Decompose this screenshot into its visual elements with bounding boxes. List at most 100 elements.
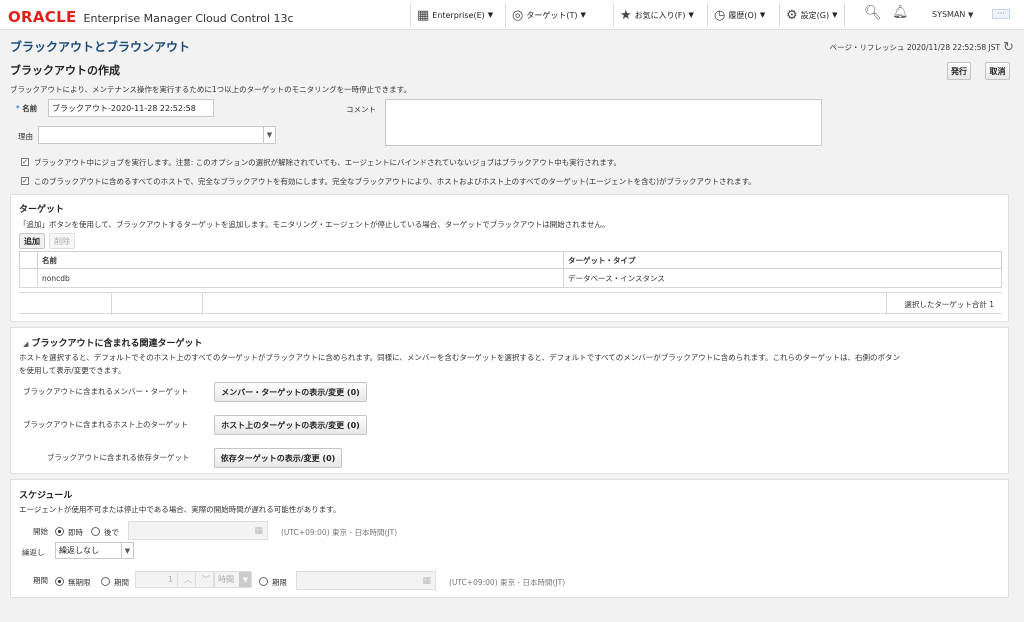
related-targets-panel: ◢ ブラックアウトに含まれる関連ターゲット ホストを選択すると、デフォルトでその… — [10, 327, 1009, 474]
chevron-down-icon: ﹀ — [202, 575, 210, 584]
unit-value: 時間 — [218, 575, 234, 584]
logo-oracle: ORACLE — [8, 8, 77, 26]
required-mark: * — [16, 104, 20, 113]
cell-type: データベース・インスタンス — [563, 268, 1002, 288]
chevron-down-icon: ▼ — [487, 11, 494, 19]
add-target-button[interactable]: 追加 — [19, 233, 45, 249]
duration-label: 期間 — [33, 576, 48, 585]
targets-table: 名前 ターゲット・タイプ noncdb データベース・インスタンス — [19, 251, 1002, 288]
column-header-type[interactable]: ターゲット・タイプ — [563, 251, 1002, 269]
nav-favorites-label: お気に入り(F) — [634, 10, 686, 20]
decrement-button[interactable]: ﹀ — [195, 571, 214, 588]
length-input[interactable]: 1 — [135, 571, 178, 588]
top-bar: ORACLE Enterprise Manager Cloud Control … — [0, 0, 1024, 30]
calendar-icon[interactable]: ▦ — [422, 576, 431, 586]
select-column-header — [19, 251, 38, 269]
nav-settings[interactable]: ⚙ 設定(G) ▼ — [779, 3, 845, 27]
chevron-down-icon: ▼ — [967, 11, 974, 19]
table-header-row: 名前 ターゲット・タイプ — [19, 251, 1002, 269]
comment-textarea[interactable] — [385, 99, 822, 146]
targets-panel: ターゲット 「追加」ボタンを使用して、ブラックアウトするターゲットを追加します。… — [10, 194, 1009, 322]
related-description: ホストを選択すると、デフォルトでそのホスト上のすべてのターゲットがブラックアウト… — [19, 353, 901, 362]
comment-label: コメント — [346, 105, 376, 114]
nav-history[interactable]: ◷ 履歴(O) ▼ — [707, 3, 771, 27]
end-timezone: (UTC+09:00) 東京 - 日本時間(JT) — [449, 578, 566, 587]
run-jobs-checkbox[interactable]: ✓ — [21, 158, 29, 166]
increment-button[interactable]: ︿ — [177, 571, 196, 588]
start-later-label: 後で — [104, 528, 119, 537]
nav-enterprise[interactable]: ▦ Enterprise(E) ▼ — [410, 3, 499, 27]
full-blackout-label: このブラックアウトに含めるすべてのホストで、完全なブラックアウトを有効にします。… — [34, 177, 756, 186]
member-targets-button[interactable]: メンバー・ターゲットの表示/変更 (0) — [214, 382, 367, 402]
column-header-name[interactable]: 名前 — [37, 251, 564, 269]
dependent-targets-label: ブラックアウトに含まれる依存ターゲット — [47, 453, 190, 462]
row-selector[interactable] — [19, 268, 38, 288]
collapse-triangle-icon: ◢ — [23, 340, 29, 348]
schedule-panel: スケジュール エージェントが使用不可または停止中である場合、実際の開始時間が遅れ… — [10, 479, 1009, 598]
target-icon: ◎ — [512, 7, 524, 23]
end-date-input[interactable]: ▦ — [296, 571, 436, 590]
nav-targets[interactable]: ◎ ターゲット(T) ▼ — [505, 3, 592, 27]
start-date-input[interactable]: ▦ — [128, 521, 268, 540]
footer-divider — [111, 293, 112, 315]
chevron-down-icon: ▼ — [832, 11, 838, 19]
clock-icon: ◷ — [714, 7, 726, 23]
user-menu[interactable]: SYSMAN ▼ — [932, 10, 973, 19]
chevron-down-icon: ▼ — [759, 11, 766, 19]
length-radio[interactable] — [101, 577, 110, 586]
page-refresh: ページ・リフレッシュ 2020/11/28 22:52:58 JST ↻ — [830, 40, 1014, 55]
start-later-radio[interactable] — [91, 527, 100, 536]
more-button[interactable]: ··· — [992, 9, 1010, 19]
full-blackout-checkbox[interactable]: ✓ — [21, 177, 29, 185]
bell-icon[interactable]: 🔔︎ — [892, 5, 909, 20]
reason-select[interactable]: ▼ — [38, 126, 276, 144]
logo-product: Enterprise Manager Cloud Control 13c — [83, 12, 294, 25]
target-total: 選択したターゲット合計 1 — [904, 300, 994, 309]
host-targets-label: ブラックアウトに含まれるホスト上のターゲット — [23, 420, 188, 429]
repeat-select[interactable]: 繰返しなし ▼ — [55, 542, 134, 559]
chevron-down-icon: ▼ — [263, 127, 275, 143]
related-title-text: ブラックアウトに含まれる関連ターゲット — [31, 339, 203, 349]
start-now-label: 即時 — [68, 528, 83, 537]
calendar-icon[interactable]: ▦ — [254, 526, 263, 536]
start-label: 開始 — [33, 527, 48, 536]
cancel-button[interactable]: 取消 — [985, 62, 1010, 80]
submit-button[interactable]: 発行 — [947, 62, 971, 80]
nav-targets-label: ターゲット(T) — [526, 10, 578, 20]
schedule-description: エージェントが使用不可または停止中である場合、実際の開始時間が遅れる可能性があり… — [19, 505, 341, 514]
user-name: SYSMAN — [932, 10, 966, 19]
refresh-icon[interactable]: ↻ — [1003, 40, 1014, 55]
related-title[interactable]: ◢ ブラックアウトに含まれる関連ターゲット — [23, 336, 203, 349]
gear-icon: ⚙ — [786, 7, 798, 23]
page-title: ブラックアウトとブラウンアウト — [10, 40, 191, 54]
dependent-targets-button[interactable]: 依存ターゲットの表示/変更 (0) — [214, 448, 342, 468]
search-icon[interactable]: 🔍︎ — [864, 5, 882, 21]
host-targets-button[interactable]: ホスト上のターゲットの表示/変更 (0) — [214, 415, 367, 435]
footer-divider — [886, 293, 887, 315]
refresh-timestamp: ページ・リフレッシュ 2020/11/28 22:52:58 JST — [829, 43, 1001, 52]
footer-divider — [202, 293, 203, 315]
name-label-text: 名前 — [22, 104, 38, 113]
unit-select[interactable]: 時間 ▼ — [214, 571, 252, 588]
chevron-down-icon: ▼ — [580, 11, 586, 19]
name-input[interactable]: ブラックアウト-2020-11-28 22:52:58 — [48, 99, 214, 117]
length-label: 期間 — [114, 578, 129, 587]
start-now-radio[interactable] — [55, 527, 64, 536]
nav-settings-label: 設定(G) — [800, 10, 830, 20]
until-radio[interactable] — [259, 577, 268, 586]
page-description: ブラックアウトにより、メンテナンス操作を実行するために1つ以上のターゲットのモニ… — [10, 85, 411, 94]
reason-label: 理由 — [18, 132, 33, 141]
start-timezone: (UTC+09:00) 東京 - 日本時間(JT) — [281, 528, 398, 537]
indefinite-label: 無期限 — [68, 578, 91, 587]
targets-title: ターゲット — [19, 205, 65, 215]
indefinite-radio[interactable] — [55, 577, 64, 586]
remove-target-button[interactable]: 削除 — [49, 233, 75, 249]
nav-favorites[interactable]: ★ お気に入り(F) ▼ — [613, 3, 700, 27]
grid-icon: ▦ — [417, 7, 430, 23]
chevron-up-icon: ︿ — [184, 575, 192, 584]
cell-name: noncdb — [37, 268, 564, 288]
name-label: * 名前 — [16, 103, 37, 114]
table-row[interactable]: noncdb データベース・インスタンス — [19, 268, 1002, 288]
section-title: ブラックアウトの作成 — [10, 64, 120, 77]
oracle-logo[interactable]: ORACLE Enterprise Manager Cloud Control … — [8, 8, 294, 26]
